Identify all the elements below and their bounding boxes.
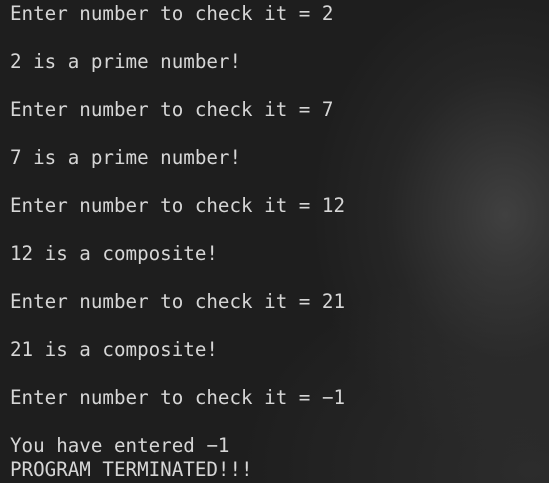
- entered-line: You have entered −1: [10, 434, 230, 457]
- prompt-line: Enter number to check it = 7: [10, 98, 334, 121]
- result-line: 21 is a composite!: [10, 338, 218, 361]
- result-line: 2 is a prime number!: [10, 50, 242, 73]
- terminal-output: Enter number to check it = 2 2 is a prim…: [0, 0, 549, 483]
- prompt-line: Enter number to check it = 2: [10, 2, 334, 25]
- result-line: 12 is a composite!: [10, 242, 218, 265]
- result-line: 7 is a prime number!: [10, 146, 242, 169]
- prompt-line: Enter number to check it = 12: [10, 194, 346, 217]
- terminated-line: PROGRAM TERMINATED!!!: [10, 458, 253, 481]
- prompt-line: Enter number to check it = −1: [10, 386, 346, 409]
- prompt-line: Enter number to check it = 21: [10, 290, 346, 313]
